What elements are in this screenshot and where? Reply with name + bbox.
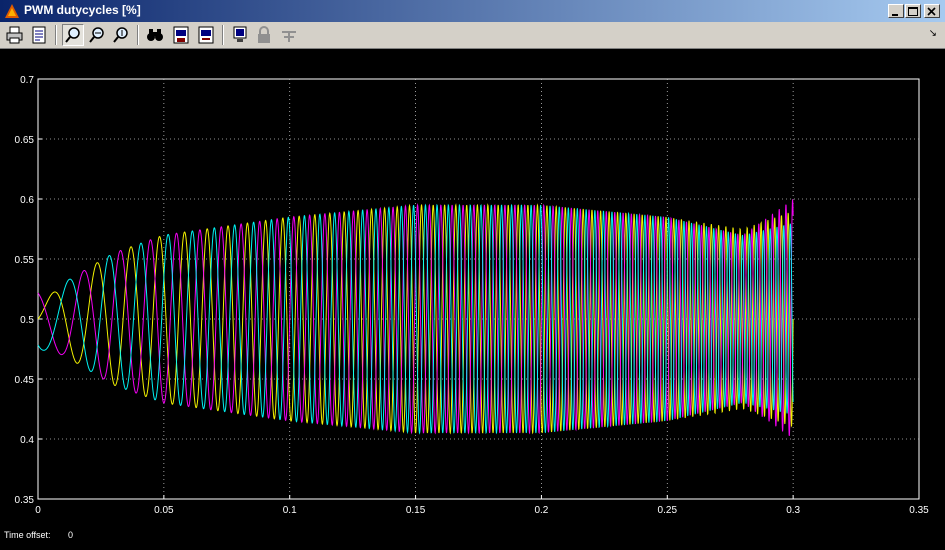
parameters-button[interactable] bbox=[28, 24, 50, 46]
y-tick-label: 0.7 bbox=[20, 75, 34, 86]
zoom-button[interactable] bbox=[62, 24, 84, 46]
zoom-x-button[interactable] bbox=[86, 24, 108, 46]
y-tick-label: 0.45 bbox=[15, 375, 35, 386]
parameters-icon bbox=[32, 26, 46, 44]
zoom-x-icon bbox=[89, 27, 104, 43]
signal-selection-icon bbox=[282, 31, 296, 42]
x-tick-label: 0.05 bbox=[154, 505, 174, 516]
toolbar-separator bbox=[137, 25, 139, 45]
y-tick-label: 0.55 bbox=[15, 255, 35, 266]
zoom-y-button[interactable] bbox=[110, 24, 132, 46]
close-button[interactable] bbox=[924, 4, 940, 18]
y-tick-label: 0.4 bbox=[20, 435, 34, 446]
save-axes-icon bbox=[173, 26, 189, 44]
maximize-icon bbox=[908, 7, 918, 16]
time-offset-label: Time offset: bbox=[4, 530, 51, 540]
time-offset-value: 0 bbox=[68, 530, 74, 540]
toolbar: ↘ bbox=[0, 22, 945, 49]
title-bar: PWM dutycycles [%] bbox=[0, 0, 945, 22]
lock-axes-icon bbox=[258, 26, 270, 43]
x-tick-label: 0.3 bbox=[786, 505, 800, 516]
close-icon bbox=[927, 7, 936, 16]
zoom-y-icon bbox=[113, 27, 128, 43]
x-tick-label: 0.2 bbox=[534, 505, 548, 516]
save-axes-button[interactable] bbox=[170, 24, 192, 46]
signal-selection-button[interactable] bbox=[278, 24, 300, 46]
minimize-button[interactable] bbox=[888, 4, 904, 18]
restore-axes-icon bbox=[198, 26, 214, 44]
restore-axes-button[interactable] bbox=[195, 24, 217, 46]
y-tick-label: 0.5 bbox=[20, 315, 34, 326]
scope-plot-area: 0 0.05 0.1 0.15 0.2 0.25 0.3 0.35 0.35 0.4 0.45 0.5… bbox=[0, 49, 945, 524]
y-tick-label: 0.65 bbox=[15, 135, 35, 146]
scope-chart[interactable]: 0 0.05 0.1 0.15 0.2 0.25 0.3 0.35 0.35 0.4 0.45 0.5… bbox=[0, 49, 945, 524]
minimize-icon bbox=[892, 14, 898, 16]
zoom-icon bbox=[65, 27, 80, 43]
x-tick-label: 0 bbox=[35, 505, 41, 516]
x-tick-label: 0.1 bbox=[283, 505, 297, 516]
autoscale-icon bbox=[147, 29, 163, 41]
y-tick-label: 0.6 bbox=[20, 195, 34, 206]
maximize-button[interactable] bbox=[905, 4, 921, 18]
x-tick-label: 0.15 bbox=[406, 505, 426, 516]
autoscale-button[interactable] bbox=[144, 24, 166, 46]
status-bar: Time offset: 0 bbox=[0, 524, 945, 550]
lock-axes-button[interactable] bbox=[253, 24, 275, 46]
toolbar-separator bbox=[222, 25, 224, 45]
dock-arrow-icon[interactable]: ↘ bbox=[929, 28, 937, 39]
window-title: PWM dutycycles [%] bbox=[24, 3, 141, 17]
print-button[interactable] bbox=[4, 24, 26, 46]
toolbar-separator bbox=[55, 25, 57, 45]
x-tick-label: 0.25 bbox=[658, 505, 678, 516]
print-icon bbox=[6, 26, 23, 44]
y-tick-label: 0.35 bbox=[15, 495, 35, 506]
simulink-scope-icon bbox=[5, 4, 19, 18]
x-tick-label: 0.35 bbox=[909, 505, 929, 516]
floating-scope-button[interactable] bbox=[229, 24, 251, 46]
floating-scope-icon bbox=[233, 26, 247, 42]
